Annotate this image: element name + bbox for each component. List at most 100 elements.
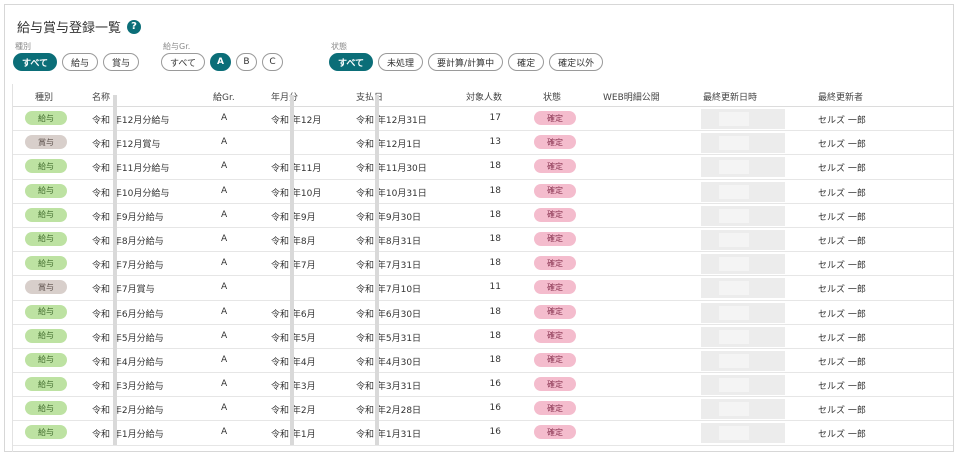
- row-count: 16: [489, 427, 501, 438]
- row-pay-date: 令和 年9月30日: [356, 212, 422, 223]
- row-count: 18: [489, 330, 501, 341]
- filter-status-option[interactable]: 要計算/計算中: [428, 53, 504, 71]
- filter-status-option[interactable]: すべて: [329, 53, 374, 71]
- table-row[interactable]: 賞与 令和 年7月賞与 A 令和 年7月10日 11 確定 セルズ 一郎: [13, 276, 953, 301]
- status-badge: 確定: [534, 401, 576, 416]
- type-badge: 給与: [25, 231, 67, 246]
- table-row[interactable]: 給与 令和 年5月分給与 A 令和 年5月 令和 年5月31日 18 確定 セルズ 一郎: [13, 325, 953, 349]
- status-badge: 確定: [534, 425, 576, 440]
- filter-type-option[interactable]: 給与: [62, 53, 99, 71]
- row-count: 18: [489, 161, 501, 172]
- row-count: 11: [489, 282, 501, 293]
- status-badge: 確定: [534, 352, 576, 367]
- row-year-month: 令和 年12月: [271, 116, 322, 126]
- row-updated-by: セルズ 一郎: [818, 236, 866, 247]
- row-count: 18: [489, 258, 501, 269]
- filter-group-option[interactable]: A: [210, 53, 232, 71]
- column-header[interactable]: 名称: [92, 90, 110, 103]
- table-row[interactable]: 給与 令和 年2月分給与 A 令和 年2月 令和 年2月28日 16 確定 セルズ 一郎: [13, 397, 953, 422]
- row-updated-by: セルズ 一郎: [818, 140, 866, 151]
- row-name: 令和 年2月分給与: [92, 406, 164, 417]
- row-group: A: [221, 282, 228, 293]
- row-count: 18: [489, 185, 501, 196]
- table-row[interactable]: 給与 令和 年12月分給与 A 令和 年12月 令和 年12月31日 17 確定 セルズ 一郎: [13, 107, 953, 132]
- updated-at-redacted: [701, 350, 785, 371]
- updated-at-redacted: [701, 375, 785, 396]
- table-row[interactable]: 給与 令和 年4月分給与 A 令和 年4月 令和 年4月30日 18 確定 セルズ 一郎: [13, 349, 953, 374]
- status-badge: 確定: [534, 377, 576, 392]
- updated-at-redacted: [701, 181, 785, 202]
- filter-type-option[interactable]: 賞与: [103, 53, 140, 71]
- table-row[interactable]: 給与 令和 年6月分給与 A 令和 年6月 令和 年6月30日 18 確定 セルズ 一郎: [13, 301, 953, 325]
- table-row[interactable]: 給与 令和 年3月分給与 A 令和 年3月 令和 年3月31日 16 確定 セルズ 一郎: [13, 373, 953, 398]
- updated-at-redacted: [701, 326, 785, 347]
- filter-type-option[interactable]: すべて: [13, 53, 58, 71]
- row-pay-date: 令和 年12月31日: [356, 116, 427, 126]
- row-name: 令和 年6月分給与: [92, 309, 164, 320]
- status-badge: 確定: [534, 135, 576, 150]
- column-header[interactable]: 最終更新日時: [703, 90, 757, 103]
- row-updated-by: セルズ 一郎: [818, 261, 866, 272]
- row-updated-by: セルズ 一郎: [818, 357, 866, 368]
- filter-status-option[interactable]: 未処理: [378, 53, 424, 71]
- column-header[interactable]: 種別: [35, 90, 53, 103]
- table-row[interactable]: 給与 令和 年11月分給与 A 令和 年11月 令和 年11月30日 18 確定 セルズ 一郎: [13, 155, 953, 180]
- row-name: 令和 年1月分給与: [92, 430, 164, 441]
- row-name: 令和 年7月分給与: [92, 261, 164, 272]
- updated-at-redacted: [701, 254, 785, 275]
- column-header[interactable]: 給Gr.: [213, 90, 235, 103]
- row-group: A: [221, 427, 228, 438]
- row-updated-by: セルズ 一郎: [818, 188, 866, 199]
- row-pay-date: 令和 年7月10日: [356, 285, 422, 296]
- row-group: A: [221, 258, 228, 269]
- row-name: 令和 年5月分給与: [92, 333, 164, 344]
- filter-group-option[interactable]: C: [262, 53, 284, 71]
- type-badge: 賞与: [25, 280, 67, 295]
- filter-group-option[interactable]: すべて: [161, 53, 206, 71]
- column-header[interactable]: 最終更新者: [818, 90, 863, 103]
- row-updated-by: セルズ 一郎: [818, 212, 866, 223]
- row-group: A: [221, 403, 228, 414]
- table-row[interactable]: 給与 令和 年1月分給与 A 令和 年1月 令和 年1月31日 16 確定 セルズ 一郎: [13, 421, 953, 446]
- row-name: 令和 年10月分給与: [92, 188, 170, 199]
- row-name: 令和 年3月分給与: [92, 382, 164, 393]
- help-icon[interactable]: ?: [127, 19, 142, 34]
- filter-group-option[interactable]: B: [236, 53, 258, 71]
- type-badge: 賞与: [25, 135, 67, 150]
- row-group: A: [221, 185, 228, 196]
- filter-status-label: 状態: [331, 42, 347, 51]
- column-header[interactable]: WEB明細公開: [603, 90, 660, 103]
- status-badge: 確定: [534, 280, 576, 295]
- table-row[interactable]: 賞与 令和 年12月賞与 A 令和 年12月1日 13 確定 セルズ 一郎: [13, 131, 953, 156]
- row-updated-by: セルズ 一郎: [818, 285, 866, 296]
- title-row: 給与賞与登録一覧 ?: [17, 17, 142, 36]
- type-badge: 給与: [25, 256, 67, 271]
- row-pay-date: 令和 年10月31日: [356, 188, 427, 199]
- column-header[interactable]: 状態: [543, 90, 561, 103]
- redaction-bar: [375, 95, 379, 445]
- row-count: 18: [489, 209, 501, 220]
- row-group: A: [221, 137, 228, 148]
- row-updated-by: セルズ 一郎: [818, 164, 866, 175]
- table-row[interactable]: 給与 令和 年9月分給与 A 令和 年9月 令和 年9月30日 18 確定 セルズ 一郎: [13, 204, 953, 228]
- filter-group-group: 給与Gr. すべて A B C: [161, 41, 284, 71]
- row-group: A: [221, 379, 228, 390]
- row-pay-date: 令和 年2月28日: [356, 406, 422, 417]
- table-row[interactable]: 給与 令和 年7月分給与 A 令和 年7月 令和 年7月31日 18 確定 セルズ 一郎: [13, 252, 953, 277]
- row-updated-by: セルズ 一郎: [818, 406, 866, 417]
- table-row[interactable]: 給与 令和 年8月分給与 A 令和 年8月 令和 年8月31日 18 確定 セルズ 一郎: [13, 228, 953, 253]
- type-badge: 給与: [25, 111, 67, 125]
- row-name: 令和 年12月分給与: [92, 116, 170, 126]
- column-header[interactable]: 対象人数: [466, 90, 502, 103]
- type-badge: 給与: [25, 159, 67, 174]
- filter-status-option[interactable]: 確定以外: [549, 53, 604, 71]
- table-row[interactable]: 給与 令和 年10月分給与 A 令和 年10月 令和 年10月31日 18 確定 セルズ 一郎: [13, 180, 953, 204]
- row-name: 令和 年7月賞与: [92, 285, 155, 296]
- filter-status-option[interactable]: 確定: [508, 53, 545, 71]
- row-pay-date: 令和 年8月31日: [356, 236, 422, 247]
- updated-at-redacted: [701, 229, 785, 250]
- row-name: 令和 年4月分給与: [92, 357, 164, 368]
- row-pay-date: 令和 年5月31日: [356, 333, 422, 344]
- row-pay-date: 令和 年7月31日: [356, 261, 422, 272]
- type-badge: 給与: [25, 328, 67, 343]
